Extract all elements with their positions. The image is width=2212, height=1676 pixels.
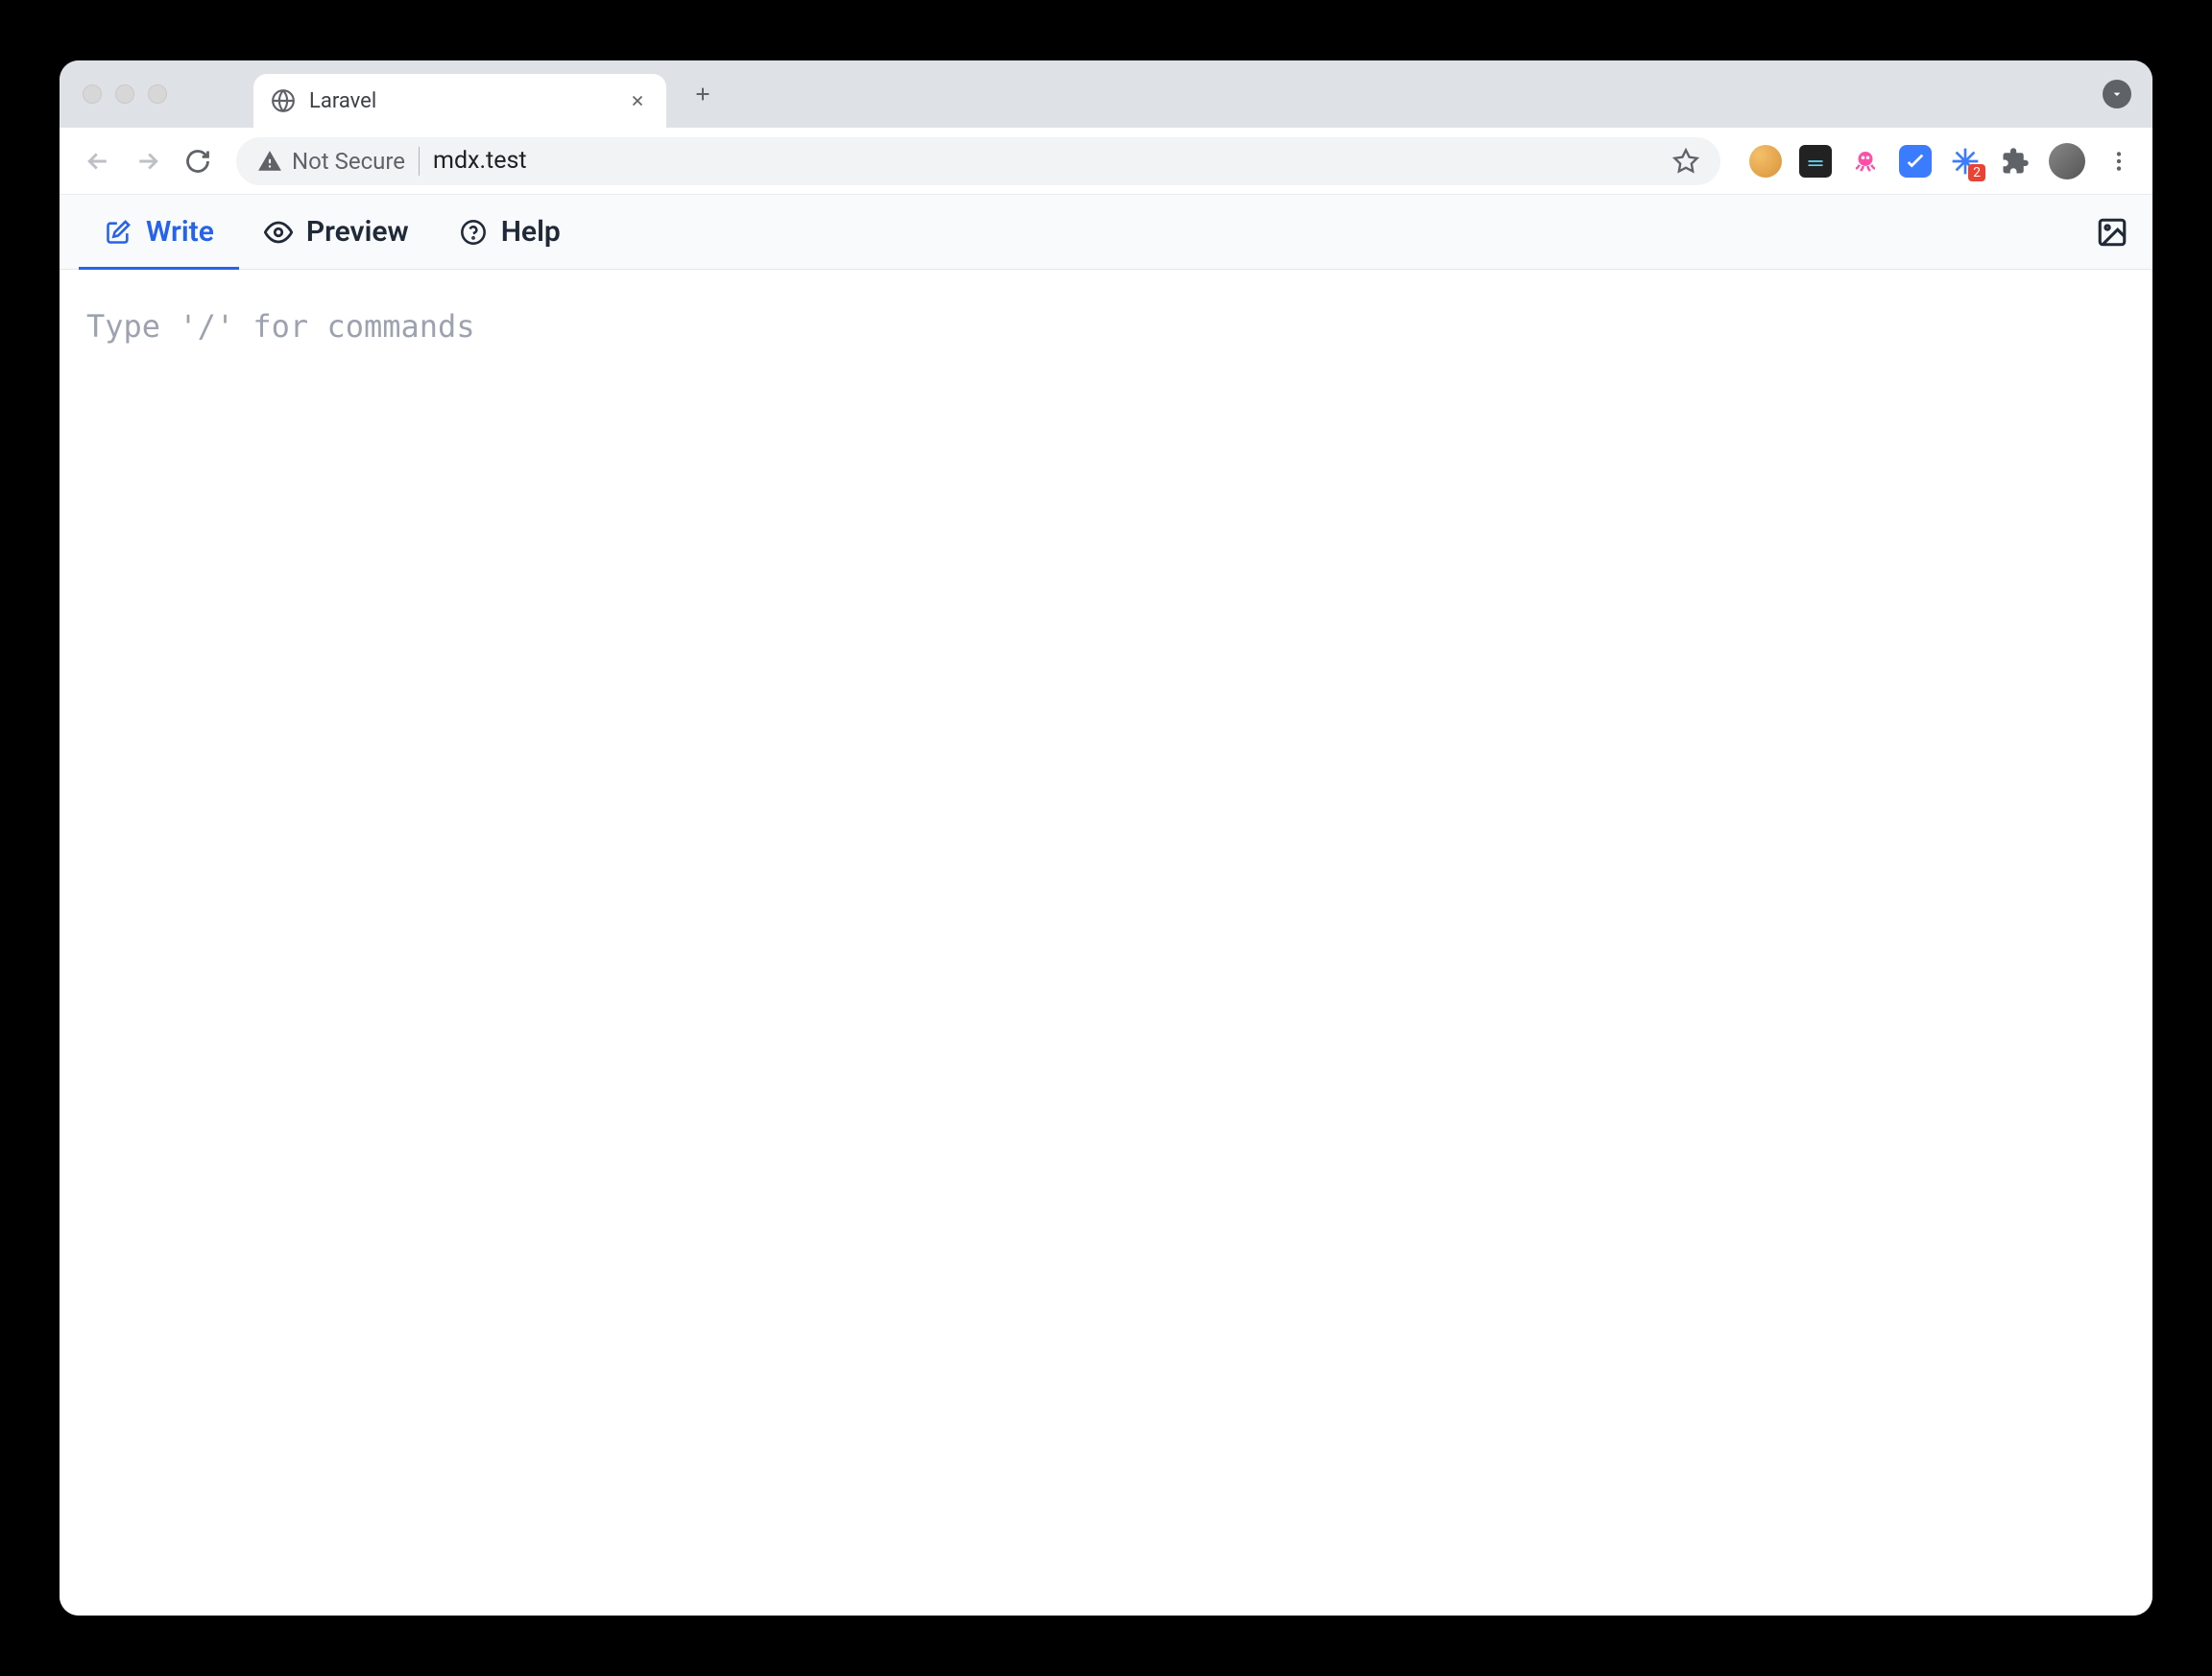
tab-preview-label: Preview — [306, 215, 409, 249]
divider — [419, 147, 420, 176]
reload-button[interactable] — [177, 140, 219, 182]
browser-tab[interactable]: Laravel — [253, 74, 666, 128]
tab-help[interactable]: Help — [434, 195, 586, 269]
warning-icon — [257, 149, 282, 174]
tab-write-label: Write — [146, 215, 214, 249]
eye-icon — [264, 218, 293, 247]
editor-content-area[interactable]: Type '/' for commands — [60, 270, 2152, 1616]
bookmark-button[interactable] — [1672, 148, 1699, 175]
extensions-area: 2 — [1749, 143, 2135, 180]
help-circle-icon — [459, 218, 488, 247]
window-controls — [83, 84, 167, 104]
extension-octopus-icon[interactable] — [1849, 145, 1882, 178]
close-tab-button[interactable] — [626, 89, 649, 112]
globe-icon — [271, 88, 296, 113]
pencil-square-icon — [104, 218, 132, 247]
insert-image-button[interactable] — [2095, 215, 2129, 250]
back-button[interactable] — [77, 140, 119, 182]
forward-button[interactable] — [127, 140, 169, 182]
extension-snowflake-icon[interactable]: 2 — [1949, 145, 1982, 178]
extension-badge: 2 — [1968, 164, 1985, 181]
extension-cookie-icon[interactable] — [1749, 145, 1782, 178]
address-bar[interactable]: Not Secure mdx.test — [236, 137, 1720, 185]
extension-devtools-icon[interactable] — [1799, 145, 1832, 178]
browser-menu-button[interactable] — [2103, 145, 2135, 178]
window-minimize-button[interactable] — [115, 84, 134, 104]
tab-title: Laravel — [309, 89, 613, 113]
tab-help-label: Help — [501, 215, 561, 249]
extension-check-icon[interactable] — [1899, 145, 1932, 178]
window-maximize-button[interactable] — [148, 84, 167, 104]
tab-search-button[interactable] — [2103, 80, 2131, 108]
extensions-menu-button[interactable] — [1999, 145, 2032, 178]
tab-preview[interactable]: Preview — [239, 195, 434, 269]
browser-tab-bar: Laravel — [60, 60, 2152, 128]
editor-toolbar: Write Preview Help — [60, 195, 2152, 270]
new-tab-button[interactable] — [684, 75, 722, 113]
profile-avatar[interactable] — [2049, 143, 2085, 180]
security-label: Not Secure — [292, 148, 405, 175]
browser-toolbar: Not Secure mdx.test — [60, 128, 2152, 195]
editor-placeholder: Type '/' for commands — [86, 308, 2126, 345]
browser-window: Laravel — [60, 60, 2152, 1616]
site-security-indicator[interactable]: Not Secure — [257, 148, 405, 175]
tab-write[interactable]: Write — [79, 195, 239, 269]
url-text: mdx.test — [433, 147, 1659, 175]
window-close-button[interactable] — [83, 84, 102, 104]
